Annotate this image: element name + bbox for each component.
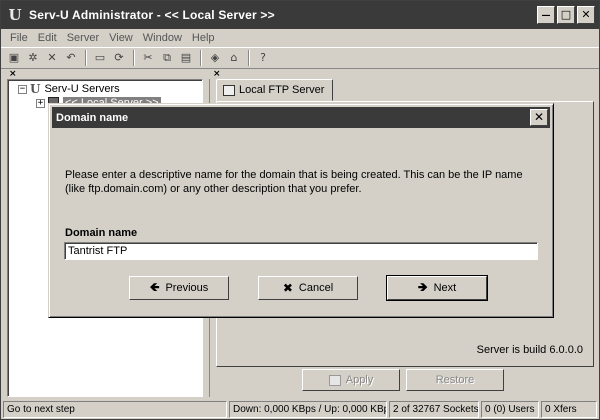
next-label: Next xyxy=(433,282,457,294)
new-folder-icon[interactable]: ▭ xyxy=(91,49,109,67)
servu-logo-icon: U xyxy=(30,82,41,96)
close-icon: ✕ xyxy=(533,110,545,124)
right-pane-close-icon[interactable]: × xyxy=(213,69,221,79)
maximize-button[interactable]: □ xyxy=(557,6,575,24)
apply-label: Apply xyxy=(345,374,374,386)
tab-label: Local FTP Server xyxy=(239,84,325,96)
restore-button[interactable]: Restore xyxy=(406,369,504,391)
cancel-button[interactable]: ✖ Cancel xyxy=(258,276,358,300)
menu-view[interactable]: View xyxy=(104,32,138,44)
close-window-button[interactable]: ✕ xyxy=(577,6,595,24)
build-info: Server is build 6.0.0.0 xyxy=(476,344,583,356)
apply-icon xyxy=(328,374,341,386)
domain-name-input[interactable] xyxy=(64,242,538,260)
minimize-button[interactable]: — xyxy=(537,6,555,24)
undo-icon[interactable]: ↶ xyxy=(62,49,80,67)
tab-local-ftp-server[interactable]: Local FTP Server xyxy=(216,79,334,101)
domain-name-label: Domain name xyxy=(65,227,138,239)
status-message: Go to next step xyxy=(3,401,227,418)
server-icon xyxy=(223,84,235,96)
dialog-close-button[interactable]: ✕ xyxy=(530,109,548,126)
menu-help[interactable]: Help xyxy=(187,32,220,44)
previous-label: Previous xyxy=(165,282,209,294)
expand-icon[interactable]: + xyxy=(36,98,45,108)
toolbar-separator xyxy=(85,50,87,66)
apply-button[interactable]: Apply xyxy=(302,369,400,391)
menu-edit[interactable]: Edit xyxy=(33,32,62,44)
window-controls: — □ ✕ xyxy=(537,6,595,24)
toolbar: ▣ ✲ ✕ ↶ ▭ ⟳ ✂ ⧉ ▤ ◈ ⌂ ? xyxy=(1,47,599,69)
servu-logo-icon: U xyxy=(8,6,22,24)
menu-file[interactable]: File xyxy=(5,32,33,44)
toolbar-separator xyxy=(200,50,202,66)
collapse-icon[interactable]: − xyxy=(18,84,27,94)
dialog-title-bar[interactable]: Domain name ✕ xyxy=(52,107,550,128)
right-arrow-icon: 🡺 xyxy=(417,279,428,294)
status-sockets: 2 of 32767 Sockets xyxy=(389,401,479,418)
tree-label: Serv-U Servers xyxy=(44,83,120,95)
help-icon[interactable]: ? xyxy=(254,49,272,67)
left-arrow-icon: 🡸 xyxy=(149,279,160,294)
status-xfers: 0 Xfers xyxy=(541,401,597,418)
previous-button[interactable]: 🡸 Previous xyxy=(129,276,229,300)
disconnect-icon[interactable]: ✲ xyxy=(24,49,42,67)
delete-icon[interactable]: ✕ xyxy=(43,49,61,67)
status-bar: Go to next step Down: 0,000 KBps / Up: 0… xyxy=(1,400,599,419)
next-button[interactable]: 🡺 Next xyxy=(386,275,488,301)
minimize-icon: — xyxy=(541,11,551,21)
cut-icon[interactable]: ✂ xyxy=(139,49,157,67)
window-title: Serv-U Administrator - << Local Server >… xyxy=(29,8,275,22)
dialog-title: Domain name xyxy=(56,111,129,124)
paste-icon[interactable]: ▤ xyxy=(177,49,195,67)
title-bar[interactable]: U Serv-U Administrator - << Local Server… xyxy=(1,1,599,29)
copy-icon[interactable]: ⧉ xyxy=(158,49,176,67)
dialog-description: Please enter a descriptive name for the … xyxy=(65,169,523,195)
domain-name-dialog: Domain name ✕ Please enter a descriptive… xyxy=(48,103,554,318)
cancel-label: Cancel xyxy=(298,282,334,294)
book-icon[interactable]: ◈ xyxy=(206,49,224,67)
restore-label: Restore xyxy=(435,374,475,386)
maximize-icon: □ xyxy=(560,8,572,21)
menu-server[interactable]: Server xyxy=(62,32,104,44)
toolbar-separator xyxy=(248,50,250,66)
menu-bar: File Edit Server View Window Help xyxy=(1,29,599,47)
status-users: 0 (0) Users xyxy=(481,401,539,418)
home-icon[interactable]: ⌂ xyxy=(225,49,243,67)
tree-node-servers[interactable]: − U Serv-U Servers xyxy=(18,82,120,96)
x-icon: ✖ xyxy=(282,281,293,295)
refresh-folder-icon[interactable]: ⟳ xyxy=(110,49,128,67)
toolbar-separator xyxy=(133,50,135,66)
tree-pane-close-icon[interactable]: × xyxy=(9,69,17,79)
menu-window[interactable]: Window xyxy=(138,32,187,44)
tab-strip: Local FTP Server xyxy=(216,79,334,101)
status-transfer-rate: Down: 0,000 KBps / Up: 0,000 KBps xyxy=(229,401,387,418)
close-icon: ✕ xyxy=(581,8,591,21)
save-icon[interactable]: ▣ xyxy=(5,49,23,67)
